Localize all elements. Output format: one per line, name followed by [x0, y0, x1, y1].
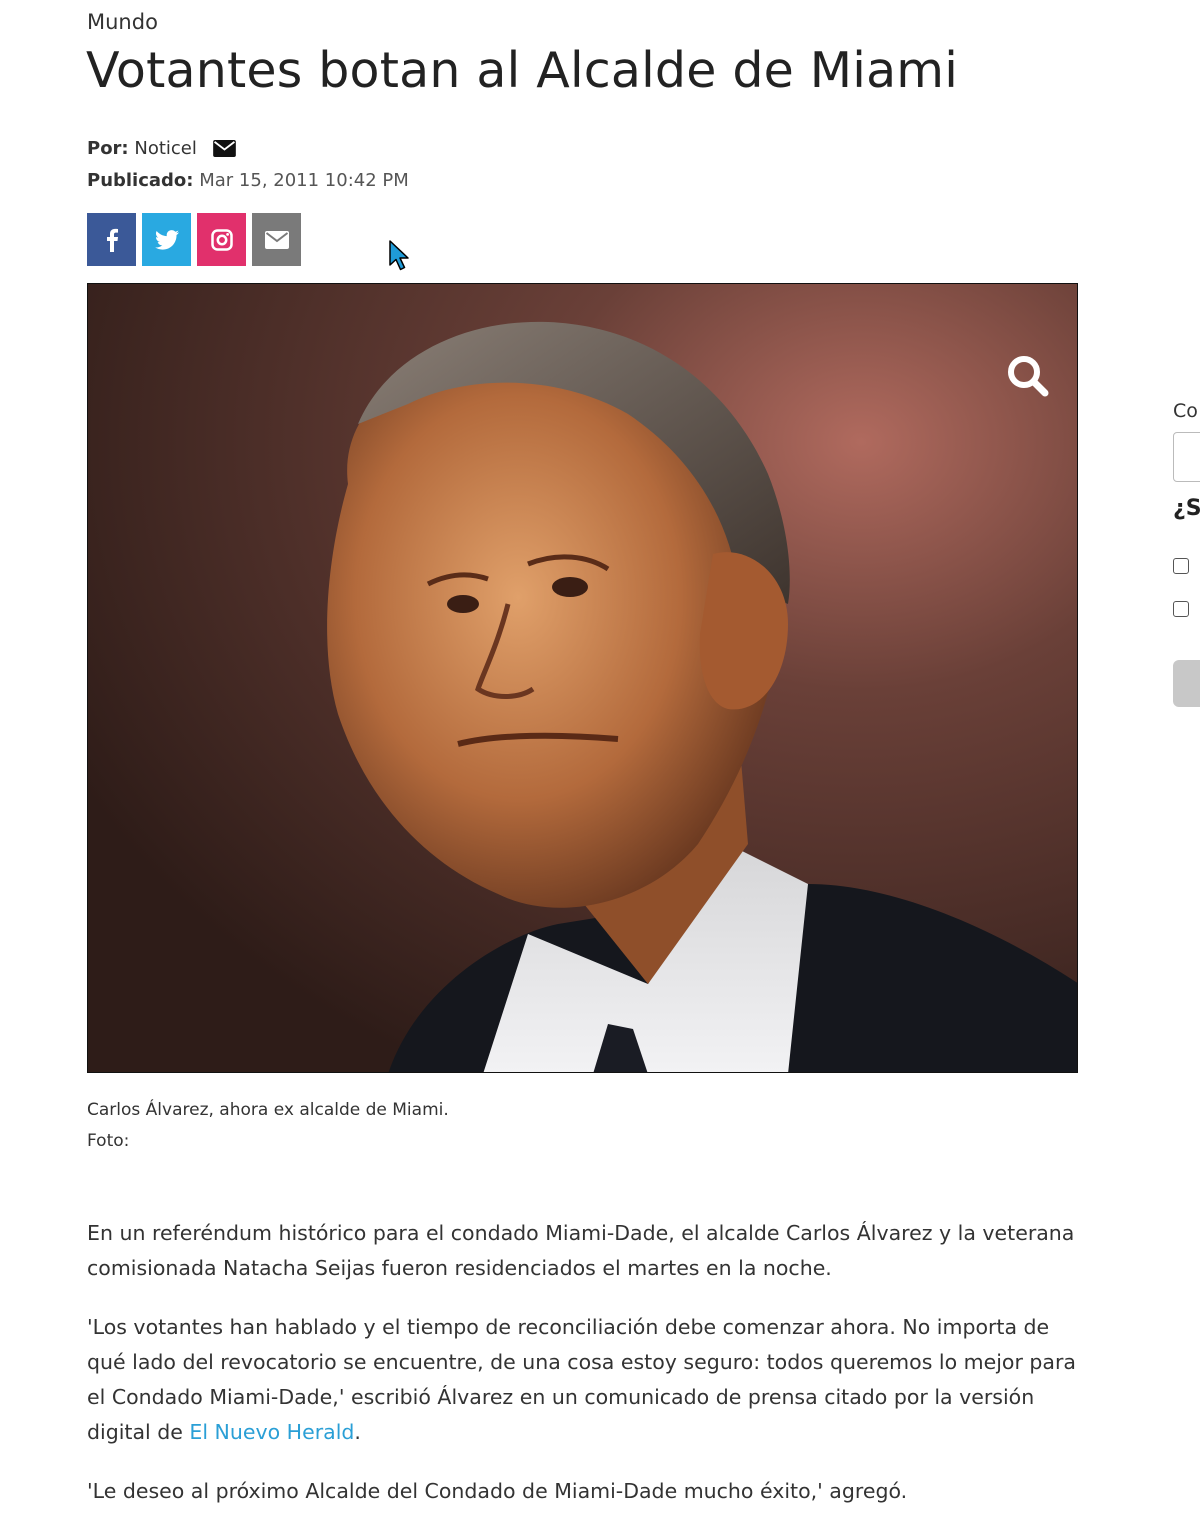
published-line: Publicado: Mar 15, 2011 10:42 PM [87, 170, 409, 191]
sidebar-question: ¿S [1173, 496, 1200, 521]
facebook-icon [106, 228, 118, 252]
article-body: En un referéndum histórico para el conda… [87, 1216, 1087, 1533]
published-date: Mar 15, 2011 10:42 PM [199, 170, 409, 191]
email-share-button[interactable] [252, 213, 301, 266]
author-line: Por: Noticel [87, 138, 236, 162]
paragraph-3: 'Le deseo al próximo Alcalde del Condado… [87, 1479, 908, 1503]
zoom-search-icon[interactable] [1006, 354, 1050, 402]
photo-credit: Foto: [87, 1131, 130, 1151]
sidebar-submit-button[interactable] [1173, 660, 1200, 707]
author-email-icon[interactable] [212, 140, 236, 162]
published-label: Publicado: [87, 170, 194, 191]
facebook-share-button[interactable] [87, 213, 136, 266]
author-name[interactable]: Noticel [134, 138, 197, 159]
sidebar-checkbox-1[interactable] [1173, 558, 1189, 574]
article-photo[interactable] [87, 283, 1078, 1073]
share-buttons [87, 213, 301, 266]
instagram-icon [210, 228, 233, 251]
caption-text: Carlos Álvarez, ahora ex alcalde de Miam… [87, 1100, 449, 1120]
twitter-share-button[interactable] [142, 213, 191, 266]
paragraph-2: 'Los votantes han hablado y el tiempo de… [87, 1310, 1087, 1450]
email-icon [264, 230, 289, 249]
instagram-share-button[interactable] [197, 213, 246, 266]
sidebar-checkbox-2[interactable] [1173, 601, 1189, 617]
paragraph-2-end: . [354, 1420, 361, 1444]
sidebar-form-label: Co [1173, 400, 1198, 422]
article-title: Votantes botan al Alcalde de Miami [86, 42, 959, 99]
photo-caption: Carlos Álvarez, ahora ex alcalde de Miam… [87, 1095, 449, 1157]
twitter-icon [154, 229, 179, 250]
article-category[interactable]: Mundo [87, 10, 158, 34]
paragraph-1: En un referéndum histórico para el conda… [87, 1221, 1075, 1280]
author-label: Por: [87, 138, 129, 159]
el-nuevo-herald-link[interactable]: El Nuevo Herald [189, 1420, 354, 1444]
sidebar-input-field[interactable] [1173, 432, 1200, 482]
mouse-cursor-icon [388, 240, 412, 276]
